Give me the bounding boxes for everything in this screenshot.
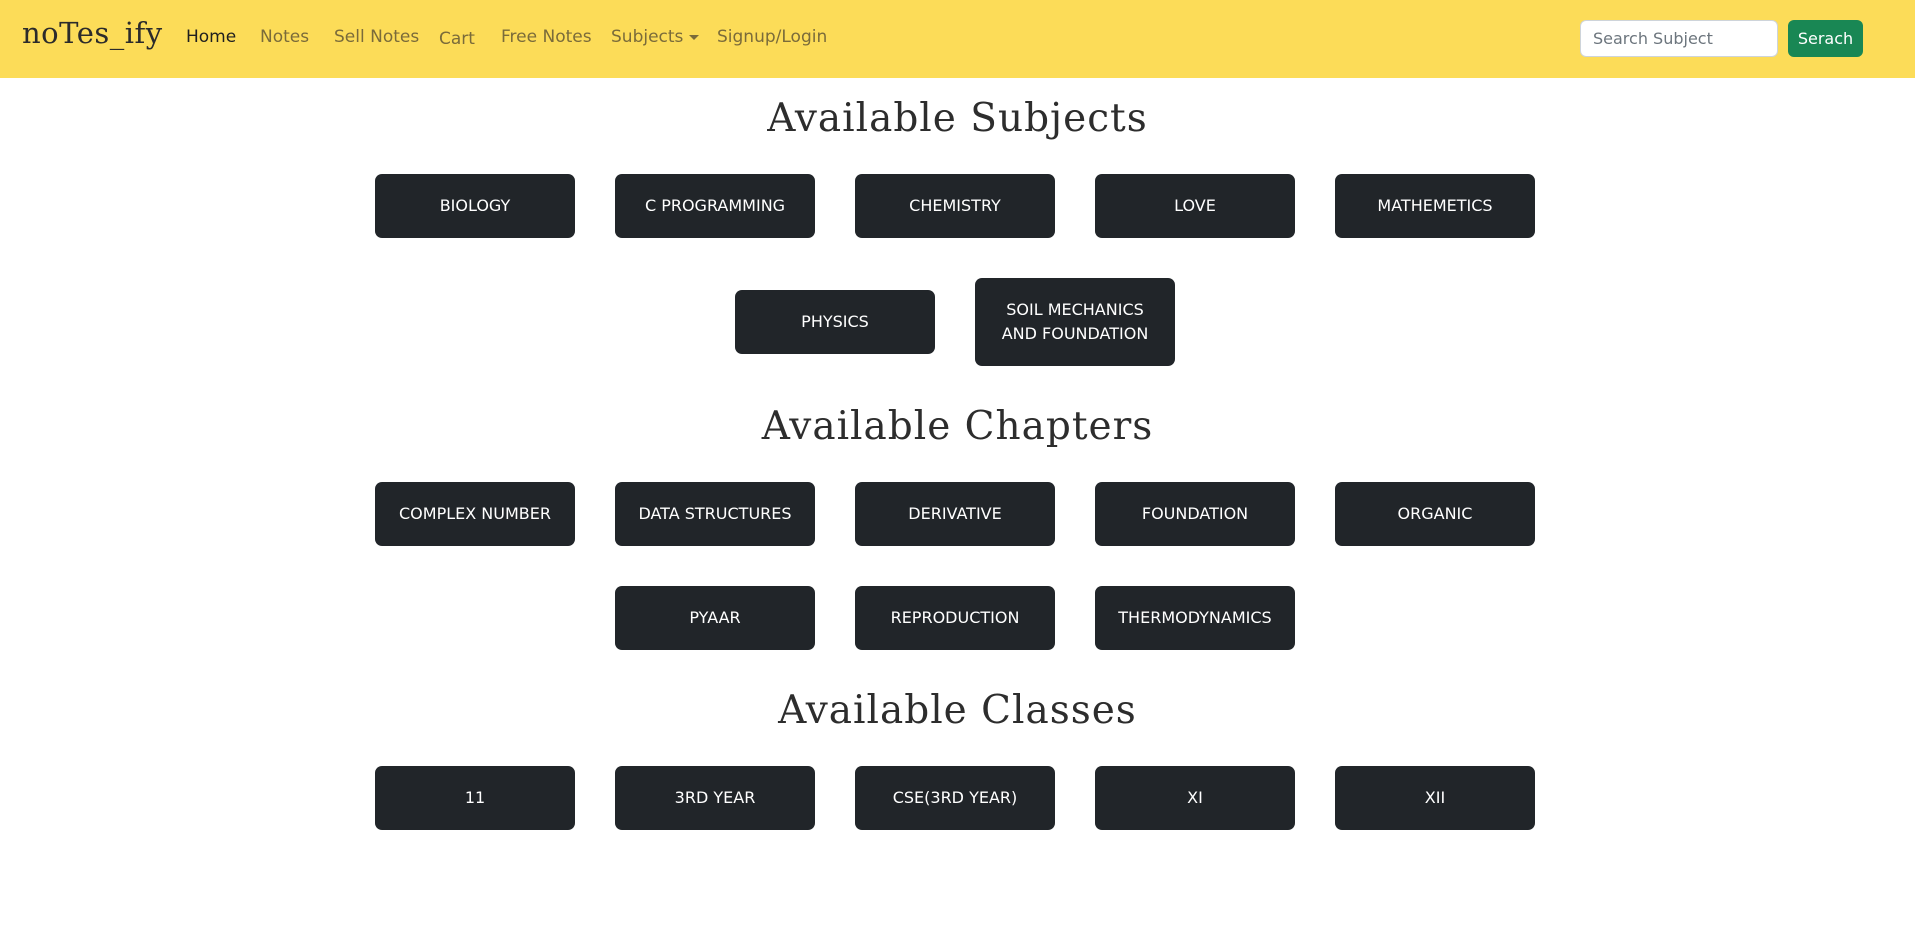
classes-title: Available Classes [778, 688, 1137, 733]
caret-down-icon [689, 34, 700, 40]
chapter-tile-reproduction[interactable]: REPRODUCTION [855, 586, 1055, 650]
nav-subjects-label: Subjects [611, 27, 684, 47]
chapter-tile-derivative[interactable]: DERIVATIVE [855, 482, 1055, 546]
subject-tile-mathemetics[interactable]: MATHEMETICS [1335, 174, 1535, 238]
chapter-tile-data-structures[interactable]: DATA STRUCTURES [615, 482, 815, 546]
subjects-title: Available Subjects [767, 96, 1148, 141]
class-tile-xii[interactable]: XII [1335, 766, 1535, 830]
nav-notes[interactable]: Notes [260, 27, 309, 47]
nav-home[interactable]: Home [186, 27, 236, 47]
class-tile-3rd-year[interactable]: 3RD YEAR [615, 766, 815, 830]
nav-signup-login[interactable]: Signup/Login [717, 27, 827, 47]
subject-tile-physics[interactable]: PHYSICS [735, 290, 935, 354]
chapter-tile-organic[interactable]: ORGANIC [1335, 482, 1535, 546]
chapter-tile-pyaar[interactable]: PYAAR [615, 586, 815, 650]
class-tile-xi[interactable]: XI [1095, 766, 1295, 830]
chapter-tile-thermodynamics[interactable]: THERMODYNAMICS [1095, 586, 1295, 650]
chapters-title: Available Chapters [761, 404, 1154, 449]
subject-tile-c-programming[interactable]: C PROGRAMMING [615, 174, 815, 238]
search-input[interactable] [1580, 20, 1778, 57]
nav-cart[interactable]: Cart [439, 29, 475, 49]
subject-tile-chemistry[interactable]: CHEMISTRY [855, 174, 1055, 238]
brand-logo[interactable]: noTes_ify [22, 16, 163, 50]
search-button[interactable]: Serach [1788, 20, 1863, 57]
nav-subjects-dropdown[interactable]: Subjects [611, 27, 700, 47]
nav-sell-notes[interactable]: Sell Notes [334, 27, 419, 47]
chapter-tile-complex-number[interactable]: COMPLEX NUMBER [375, 482, 575, 546]
navbar: noTes_ify Home Notes Sell Notes Cart Fre… [0, 0, 1915, 78]
subject-tile-biology[interactable]: BIOLOGY [375, 174, 575, 238]
class-tile-cse-3rd-year[interactable]: CSE(3RD YEAR) [855, 766, 1055, 830]
subject-tile-love[interactable]: LOVE [1095, 174, 1295, 238]
class-tile-11[interactable]: 11 [375, 766, 575, 830]
nav-free-notes[interactable]: Free Notes [501, 27, 592, 47]
subject-tile-soil-mechanics[interactable]: SOIL MECHANICS AND FOUNDATION [975, 278, 1175, 366]
chapter-tile-foundation[interactable]: FOUNDATION [1095, 482, 1295, 546]
